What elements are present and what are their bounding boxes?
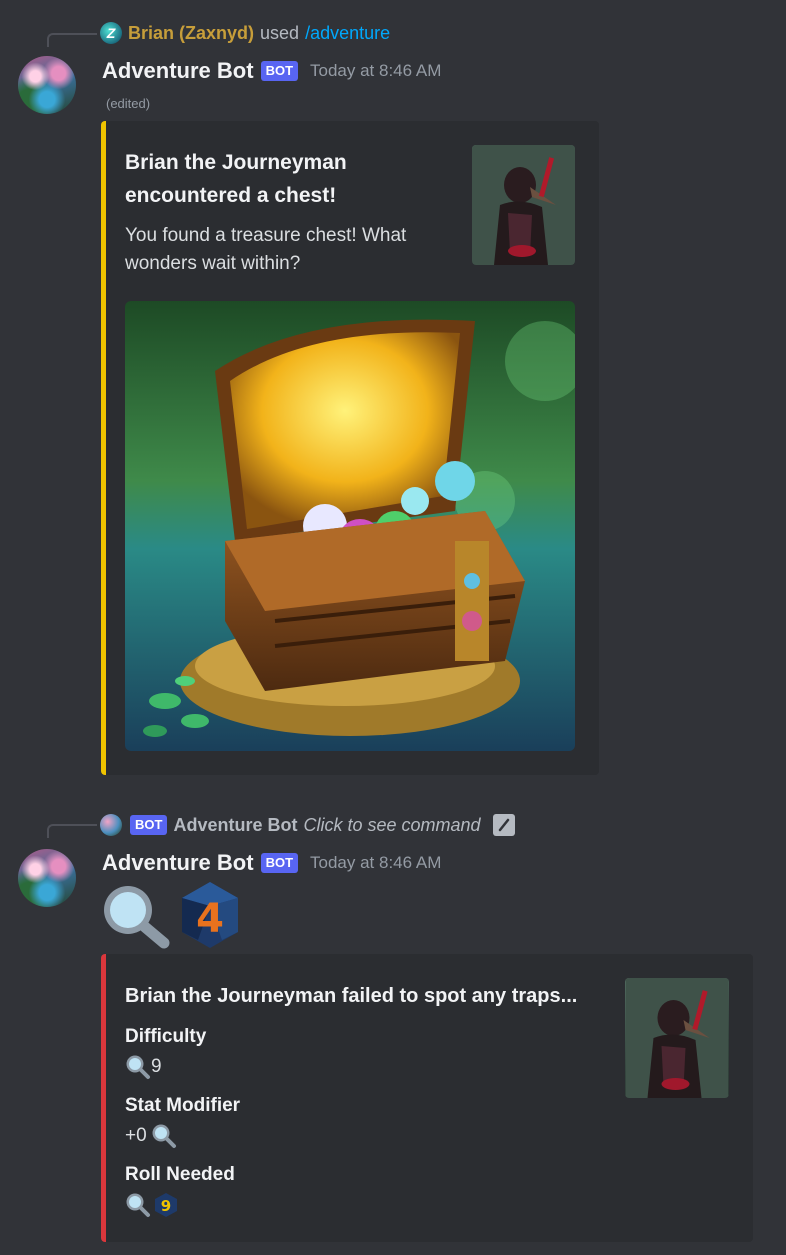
avatar[interactable] — [18, 56, 76, 114]
embed-description-line-2: wonders wait within? — [125, 253, 301, 274]
d20-dice-icon: 4 — [178, 880, 242, 950]
plague-doctor-icon — [625, 978, 729, 1098]
bot-tag: BOT — [260, 61, 299, 81]
treasure-chest-icon — [125, 301, 575, 751]
embed-accent-bar — [101, 121, 106, 775]
plague-doctor-thumbnail[interactable] — [625, 978, 729, 1098]
bot-tag: BOT — [260, 853, 299, 873]
field-value-stat-modifier: +0 — [125, 1123, 177, 1149]
bot-avatar-small[interactable] — [100, 814, 122, 836]
slash-command-icon[interactable] — [492, 814, 515, 836]
embed-title-line-1: Brian the Journeyman — [125, 151, 347, 174]
d20-dice-icon: 9 — [155, 1193, 177, 1217]
field-name-difficulty: Difficulty — [125, 1026, 207, 1047]
interaction-reference[interactable]: BOT Adventure Bot Click to see command — [100, 813, 515, 837]
reply-spine — [47, 824, 97, 838]
difficulty-value: 9 — [151, 1056, 162, 1077]
user-avatar-small[interactable]: Z — [100, 22, 122, 44]
magnifying-glass-icon — [100, 880, 174, 950]
roll-needed-value: 9 — [161, 1197, 171, 1215]
magnifying-glass-icon — [126, 1055, 150, 1079]
message-header: Adventure Bot BOT Today at 8:46 AM — [102, 848, 441, 878]
field-value-difficulty: 9 — [125, 1054, 162, 1080]
dice-value: 4 — [196, 896, 224, 942]
author-name[interactable]: Adventure Bot — [102, 850, 254, 876]
command-reference[interactable]: Z Brian (Zaxnyd) used /adventure — [100, 21, 390, 45]
embed-description: You found a treasure chest! What wonders… — [125, 222, 455, 278]
embed-title: Brian the Journeyman encountered a chest… — [125, 146, 455, 212]
avatar[interactable] — [18, 849, 76, 907]
click-to-see-command[interactable]: Click to see command — [303, 815, 480, 836]
plague-doctor-icon — [472, 145, 575, 265]
embed-accent-bar — [101, 954, 106, 1242]
magnifying-glass-icon — [152, 1124, 176, 1148]
plague-doctor-thumbnail[interactable] — [472, 145, 575, 265]
author-name[interactable]: Adventure Bot — [102, 58, 254, 84]
message-header: Adventure Bot BOT Today at 8:46 AM — [102, 56, 441, 86]
embed-description-line-1: You found a treasure chest! What — [125, 225, 407, 246]
slash-icon — [498, 818, 509, 832]
reply-used-text: used — [260, 22, 300, 43]
embed-trap-check: Brian the Journeyman failed to spot any … — [101, 954, 753, 1242]
embed-title: Brian the Journeyman failed to spot any … — [125, 985, 578, 1007]
field-value-roll-needed: 9 — [125, 1192, 179, 1218]
reply-command-link[interactable]: /adventure — [305, 23, 390, 44]
embed-chest: Brian the Journeyman encountered a chest… — [101, 121, 599, 775]
field-name-roll-needed: Roll Needed — [125, 1164, 235, 1185]
timestamp[interactable]: Today at 8:46 AM — [310, 853, 441, 873]
reply-botname[interactable]: Adventure Bot — [173, 815, 297, 836]
timestamp[interactable]: Today at 8:46 AM — [310, 61, 441, 81]
magnifying-glass-icon — [126, 1193, 150, 1217]
edited-label: (edited) — [106, 96, 151, 111]
stat-modifier-value: +0 — [125, 1125, 147, 1146]
treasure-chest-image[interactable] — [125, 301, 575, 751]
reply-username[interactable]: Brian (Zaxnyd) — [128, 23, 254, 44]
reply-spine — [47, 33, 97, 47]
bot-tag: BOT — [130, 815, 168, 835]
field-name-stat-modifier: Stat Modifier — [125, 1095, 241, 1116]
embed-title-line-2: encountered a chest! — [125, 184, 337, 207]
